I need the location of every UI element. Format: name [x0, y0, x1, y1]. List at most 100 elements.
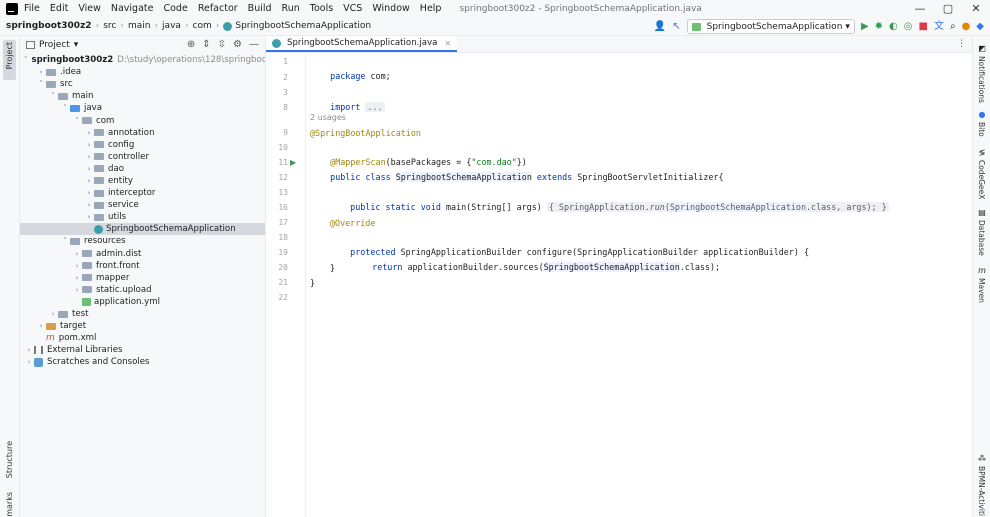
chevron-right-icon[interactable]: › [84, 189, 94, 197]
chevron-down-icon[interactable]: ▾ [74, 40, 79, 50]
menu-help[interactable]: Help [420, 3, 442, 14]
tree-item[interactable]: › mapper [20, 272, 265, 284]
chevron-right-icon[interactable]: › [48, 310, 58, 318]
chevron-down-icon[interactable]: ˅ [72, 117, 82, 125]
chevron-right-icon[interactable]: › [24, 358, 34, 366]
tree-item[interactable]: › .idea [20, 66, 265, 78]
tree-item[interactable]: › front.front [20, 260, 265, 272]
breadcrumb-java[interactable]: java [162, 21, 181, 31]
breadcrumb-class[interactable]: SpringbootSchemaApplication [235, 21, 371, 31]
tree-item[interactable]: › config [20, 139, 265, 151]
menu-edit[interactable]: Edit [50, 3, 68, 14]
bpmn-tool-label[interactable]: BPMN-Activiti [977, 466, 986, 516]
database-icon[interactable]: ▤ [977, 208, 987, 217]
breadcrumb-project[interactable]: springboot300z2 [6, 21, 92, 31]
close-tab-icon[interactable]: ✕ [444, 39, 451, 48]
database-tool-label[interactable]: Database [977, 220, 986, 256]
menu-window[interactable]: Window [372, 3, 409, 14]
chevron-right-icon[interactable]: › [24, 346, 34, 354]
tree-item[interactable]: › controller [20, 151, 265, 163]
tree-item[interactable]: m pom.xml [20, 332, 265, 344]
hide-icon[interactable]: — [249, 39, 259, 50]
codegeex-tool-label[interactable]: CodeGeeX [977, 160, 986, 199]
more-vertical-icon[interactable]: ⋮ [957, 39, 966, 49]
more-run-icon[interactable]: ◎ [904, 21, 913, 32]
notifications-tool-label[interactable]: Notifications [977, 56, 986, 103]
expand-all-icon[interactable]: ⇕ [202, 39, 210, 50]
project-tool-label[interactable]: Project [5, 42, 14, 69]
chevron-right-icon[interactable]: › [84, 153, 94, 161]
run-gutter-icon[interactable]: ▶ [290, 156, 298, 170]
bito-tool-label[interactable]: Bito [977, 122, 986, 137]
folded-imports[interactable]: ... [365, 102, 385, 112]
tab-springboot-schema-application[interactable]: SpringbootSchemaApplication.java ✕ [266, 36, 458, 52]
tree-item[interactable]: application.yml [20, 296, 265, 308]
bpmn-icon[interactable]: ⁂ [977, 454, 987, 463]
minimize-button[interactable]: — [906, 2, 934, 15]
chevron-right-icon[interactable]: › [84, 165, 94, 173]
chevron-right-icon[interactable]: › [36, 322, 46, 330]
plugin-icon[interactable]: ◆ [976, 21, 984, 32]
maven-tool-label[interactable]: Maven [977, 278, 986, 303]
codegeex-icon[interactable]: ≶ [977, 148, 987, 157]
tree-item[interactable]: ˅ com [20, 114, 265, 126]
collapse-all-icon[interactable]: ⇳ [218, 39, 226, 50]
tree-item[interactable]: ˅ resources [20, 235, 265, 247]
chevron-down-icon[interactable]: ˅ [60, 104, 70, 112]
menu-navigate[interactable]: Navigate [111, 3, 154, 14]
chevron-right-icon[interactable]: › [36, 68, 46, 76]
structure-tool-label[interactable]: Structure [5, 441, 14, 478]
tree-item[interactable]: › static.upload [20, 284, 265, 296]
bito-icon[interactable]: ● [977, 110, 987, 119]
chevron-down-icon[interactable]: ˅ [36, 80, 46, 88]
menu-run[interactable]: Run [282, 3, 300, 14]
debug-icon[interactable]: ✹ [875, 21, 883, 32]
back-arrow-icon[interactable]: ↖ [672, 21, 680, 32]
tree-item[interactable]: › test [20, 308, 265, 320]
user-icon[interactable]: 👤 [654, 21, 666, 32]
tree-item[interactable]: ˅ main [20, 90, 265, 102]
chevron-right-icon[interactable]: › [84, 141, 94, 149]
menu-vcs[interactable]: VCS [343, 3, 362, 14]
maximize-button[interactable]: ▢ [934, 2, 962, 15]
tree-item[interactable]: › service [20, 199, 265, 211]
run-configuration-selector[interactable]: SpringbootSchemaApplication ▾ [686, 19, 855, 34]
chevron-right-icon[interactable]: › [72, 274, 82, 282]
tree-item[interactable]: › Scratches and Consoles [20, 356, 265, 368]
menu-view[interactable]: View [78, 3, 101, 14]
breadcrumb-com[interactable]: com [193, 21, 212, 31]
breadcrumb-src[interactable]: src [103, 21, 116, 31]
search-icon[interactable]: ⌕ [950, 21, 956, 32]
stop-icon[interactable]: ■ [919, 21, 928, 32]
notifications-icon[interactable]: ◩ [977, 44, 987, 53]
breadcrumb-main[interactable]: main [128, 21, 151, 31]
chevron-right-icon[interactable]: › [84, 213, 94, 221]
tree-item[interactable]: ˅ springboot300z2 D:\study\operations\128\… [20, 54, 265, 66]
chevron-down-icon[interactable]: ˅ [24, 56, 28, 64]
tree-item[interactable]: ˅ src [20, 78, 265, 90]
tree-item[interactable]: ˅ java [20, 102, 265, 114]
chevron-down-icon[interactable]: ˅ [60, 237, 70, 245]
tree-item[interactable]: › interceptor [20, 187, 265, 199]
menu-file[interactable]: File [24, 3, 40, 14]
run-icon[interactable]: ▶ [861, 21, 869, 32]
chevron-right-icon[interactable]: › [72, 250, 82, 258]
locate-icon[interactable]: ⊕ [187, 39, 195, 50]
chevron-right-icon[interactable]: › [84, 201, 94, 209]
tree-item[interactable]: › target [20, 320, 265, 332]
tree-item[interactable]: › utils [20, 211, 265, 223]
menu-tools[interactable]: Tools [310, 3, 333, 14]
tree-item[interactable]: › External Libraries [20, 344, 265, 356]
translate-icon[interactable]: 文 [934, 21, 944, 32]
gear-icon[interactable]: ⚙ [233, 39, 242, 50]
chevron-right-icon[interactable]: › [84, 129, 94, 137]
close-button[interactable]: ✕ [962, 2, 990, 15]
menu-build[interactable]: Build [248, 3, 272, 14]
folded-body[interactable]: { SpringApplication.run(SpringbootSchema… [546, 202, 889, 212]
chevron-down-icon[interactable]: ˅ [48, 92, 58, 100]
usages-hint[interactable]: 2 usages [310, 111, 346, 125]
update-icon[interactable]: ● [962, 21, 971, 32]
tree-item[interactable]: › dao [20, 163, 265, 175]
chevron-right-icon[interactable]: › [72, 286, 82, 294]
chevron-right-icon[interactable]: › [84, 177, 94, 185]
